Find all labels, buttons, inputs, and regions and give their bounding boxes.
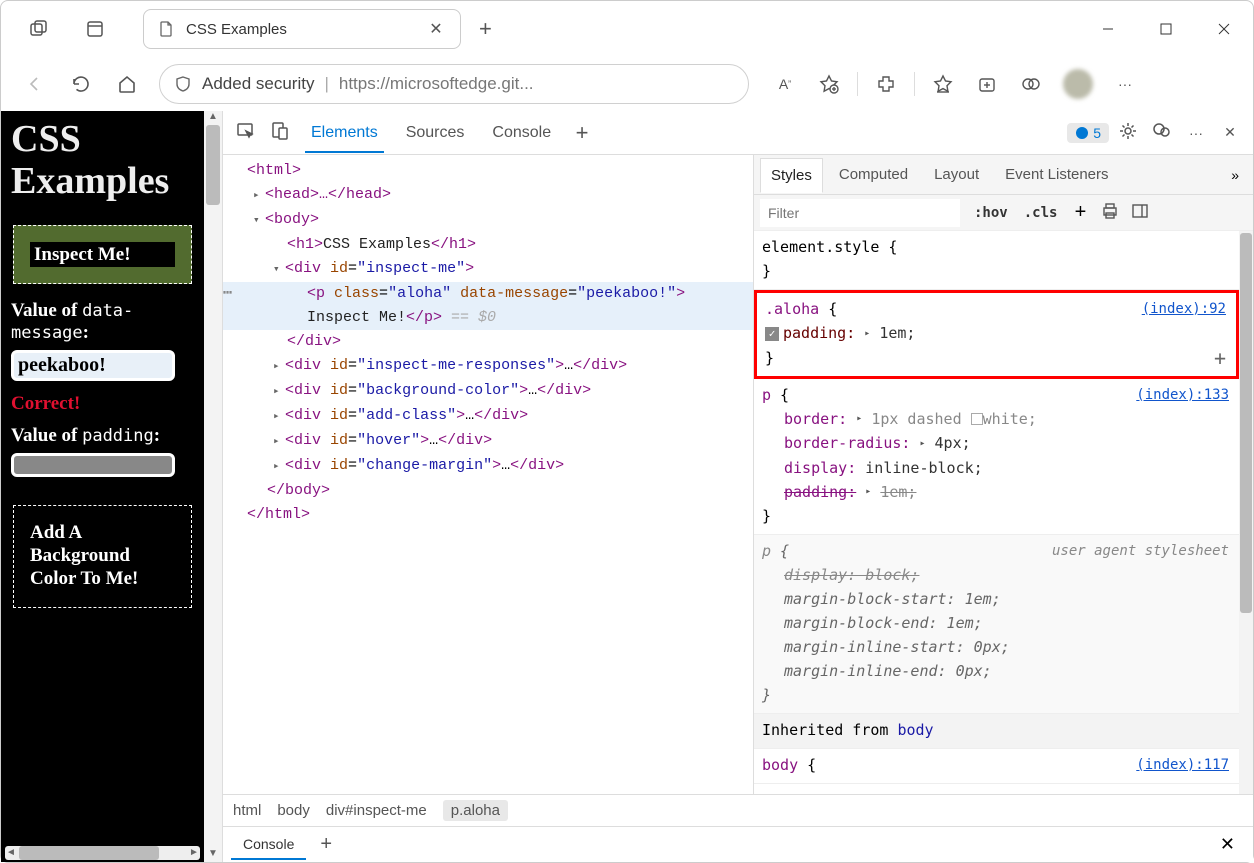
print-icon[interactable] bbox=[1095, 202, 1125, 223]
inspect-element-icon[interactable] bbox=[231, 121, 261, 144]
tab-close-icon[interactable]: ✕ bbox=[426, 19, 446, 39]
crumb[interactable]: body bbox=[277, 802, 310, 819]
favorites-icon[interactable] bbox=[923, 64, 963, 104]
collections-icon[interactable] bbox=[967, 64, 1007, 104]
dom-tree[interactable]: <html> <head>…</head> <body> <h1>CSS Exa… bbox=[223, 155, 753, 794]
vertical-scrollbar[interactable]: ▲▼ bbox=[204, 111, 222, 862]
styles-filter-bar: :hov .cls + bbox=[754, 195, 1253, 231]
toolbar: Added security | https://microsoftedge.g… bbox=[1, 57, 1253, 111]
tab-sources[interactable]: Sources bbox=[394, 114, 477, 152]
devtools-tabbar: Elements Sources Console + 5 ··· ✕ bbox=[223, 111, 1253, 155]
feedback-icon[interactable] bbox=[1147, 121, 1177, 144]
toggle-sidebar-icon[interactable] bbox=[1125, 202, 1155, 223]
tab-event-listeners[interactable]: Event Listeners bbox=[995, 158, 1118, 191]
correct-label: Correct! bbox=[1, 385, 204, 415]
separator: | bbox=[324, 74, 328, 94]
styles-scrollbar[interactable] bbox=[1239, 231, 1253, 794]
tab-title: CSS Examples bbox=[186, 21, 426, 38]
crumb[interactable]: div#inspect-me bbox=[326, 802, 427, 819]
page-icon bbox=[158, 21, 174, 37]
close-button[interactable] bbox=[1195, 9, 1253, 49]
console-drawer: Console + ✕ bbox=[223, 826, 1253, 862]
tab-console[interactable]: Console bbox=[480, 114, 563, 152]
label-padding: Value of padding: bbox=[1, 415, 204, 449]
inspect-me-box[interactable]: Inspect Me! bbox=[13, 225, 192, 285]
read-aloud-icon[interactable]: A” bbox=[765, 64, 805, 104]
back-button[interactable] bbox=[15, 64, 55, 104]
minimize-button[interactable] bbox=[1079, 9, 1137, 49]
tab-computed[interactable]: Computed bbox=[829, 158, 918, 191]
home-button[interactable] bbox=[107, 64, 147, 104]
crumb-selected[interactable]: p.aloha bbox=[443, 800, 508, 821]
styles-tabs: Styles Computed Layout Event Listeners » bbox=[754, 155, 1253, 195]
close-devtools-icon[interactable]: ✕ bbox=[1215, 124, 1245, 141]
titlebar: CSS Examples ✕ + bbox=[1, 1, 1253, 57]
refresh-button[interactable] bbox=[61, 64, 101, 104]
styles-rules[interactable]: element.style { } (index):92 .aloha { ✓p… bbox=[754, 231, 1239, 794]
styles-panel: Styles Computed Layout Event Listeners »… bbox=[753, 155, 1253, 794]
workspaces-icon[interactable] bbox=[25, 15, 53, 43]
drawer-console-tab[interactable]: Console bbox=[231, 830, 306, 860]
source-link[interactable]: (index):117 bbox=[1136, 753, 1229, 777]
tab-elements[interactable]: Elements bbox=[299, 114, 390, 152]
inherited-header: Inherited from body bbox=[754, 714, 1239, 749]
page-title: CSS Examples bbox=[1, 111, 204, 219]
dom-breadcrumbs[interactable]: html body div#inspect-me p.aloha bbox=[223, 794, 1253, 826]
tab-actions-icon[interactable] bbox=[81, 15, 109, 43]
window-controls bbox=[1079, 9, 1253, 49]
source-link[interactable]: (index):92 bbox=[1142, 297, 1226, 321]
extensions-icon[interactable] bbox=[866, 64, 906, 104]
rule-element-style: element.style { } bbox=[754, 231, 1239, 290]
add-tab-icon[interactable]: + bbox=[567, 120, 597, 146]
drawer-close-icon[interactable]: ✕ bbox=[1210, 834, 1245, 855]
padding-input[interactable] bbox=[11, 453, 175, 477]
horizontal-scrollbar[interactable]: ◄► bbox=[5, 846, 200, 860]
maximize-button[interactable] bbox=[1137, 9, 1195, 49]
address-bar[interactable]: Added security | https://microsoftedge.g… bbox=[159, 64, 749, 104]
security-label: Added security bbox=[202, 74, 314, 94]
devtools: Elements Sources Console + 5 ··· ✕ <html… bbox=[222, 111, 1253, 862]
label-data-message: Value of data-message: bbox=[1, 290, 204, 346]
crumb[interactable]: html bbox=[233, 802, 261, 819]
tab-layout[interactable]: Layout bbox=[924, 158, 989, 191]
more-tabs-icon[interactable]: » bbox=[1223, 167, 1247, 183]
source-link[interactable]: (index):133 bbox=[1136, 383, 1229, 407]
new-tab-button[interactable]: + bbox=[479, 16, 492, 42]
browser-essentials-icon[interactable] bbox=[1011, 64, 1051, 104]
inspect-me-text: Inspect Me! bbox=[30, 242, 175, 268]
more-icon[interactable]: ··· bbox=[1105, 64, 1145, 104]
hov-toggle[interactable]: :hov bbox=[966, 205, 1016, 221]
rule-user-agent: user agent stylesheet p { display: block… bbox=[754, 535, 1239, 714]
device-toggle-icon[interactable] bbox=[265, 121, 295, 144]
rule-p: (index):133 p { border: ▸ 1px dashed whi… bbox=[754, 379, 1239, 536]
checkbox-icon[interactable]: ✓ bbox=[765, 327, 779, 341]
profile-avatar[interactable] bbox=[1063, 69, 1093, 99]
rule-body: (index):117 body { bbox=[754, 749, 1239, 784]
tab-styles[interactable]: Styles bbox=[760, 158, 823, 193]
favorite-icon[interactable] bbox=[809, 64, 849, 104]
cls-toggle[interactable]: .cls bbox=[1016, 205, 1066, 221]
shield-icon bbox=[174, 75, 192, 93]
rule-aloha: (index):92 .aloha { ✓padding: ▸ 1em; } + bbox=[754, 290, 1239, 379]
issues-button[interactable]: 5 bbox=[1067, 123, 1109, 143]
data-message-input[interactable] bbox=[11, 350, 175, 381]
settings-icon[interactable] bbox=[1113, 121, 1143, 144]
more-tools-icon[interactable]: ··· bbox=[1181, 125, 1211, 141]
browser-tab[interactable]: CSS Examples ✕ bbox=[143, 9, 461, 49]
new-style-rule-icon[interactable]: + bbox=[1065, 201, 1095, 224]
drawer-add-icon[interactable]: + bbox=[320, 833, 332, 856]
add-rule-icon[interactable]: + bbox=[1214, 346, 1226, 370]
filter-input[interactable] bbox=[760, 199, 960, 227]
url-text: https://microsoftedge.git... bbox=[339, 74, 534, 94]
rendered-page: CSS Examples Inspect Me! Value of data-m… bbox=[1, 111, 204, 862]
add-background-box[interactable]: Add A Background Color To Me! bbox=[13, 505, 192, 607]
